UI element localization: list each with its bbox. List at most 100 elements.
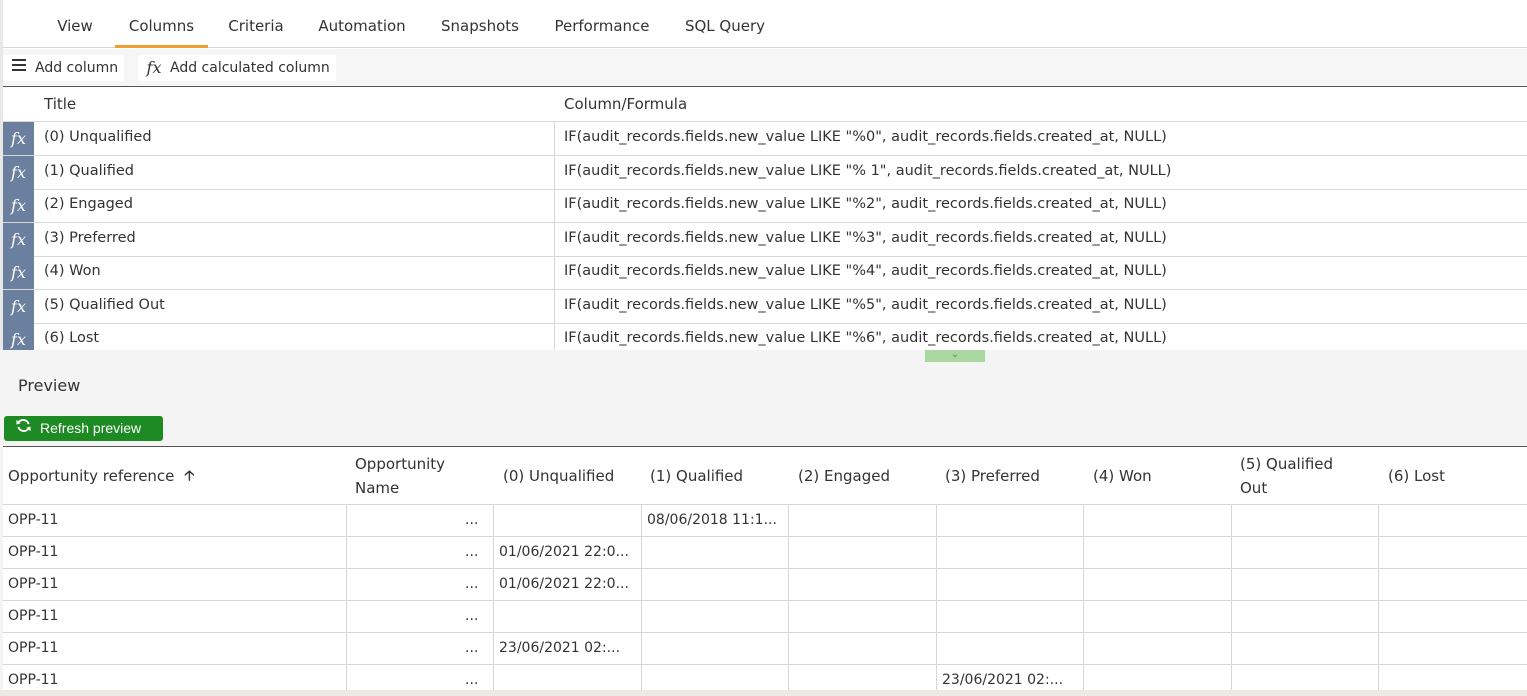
cell-lost	[1378, 633, 1527, 665]
header-opportunity-reference[interactable]: Opportunity reference 🡡	[8, 447, 348, 505]
fx-icon[interactable]: fx	[3, 290, 34, 323]
divider	[554, 189, 555, 222]
cell-opportunity-name	[346, 505, 456, 537]
cell-won	[1083, 569, 1231, 601]
column-formula: IF(audit_records.fields.new_value LIKE "…	[564, 330, 1167, 346]
column-formula: IF(audit_records.fields.new_value LIKE "…	[564, 263, 1167, 279]
cell-engaged	[788, 505, 936, 537]
refresh-preview-button[interactable]: Refresh preview	[4, 416, 163, 441]
fx-icon[interactable]: fx	[3, 256, 34, 289]
tab-sql-query[interactable]: SQL Query	[680, 0, 770, 48]
grid-header: Opportunity reference 🡡 Opportunity Name …	[3, 447, 1527, 505]
fx-icon[interactable]: fx	[3, 122, 34, 155]
header-qualified[interactable]: (1) Qualified	[650, 447, 790, 505]
header-column-formula: Column/Formula	[564, 95, 688, 113]
table-row[interactable]: OPP-11 ... 23/06/2021 02:...	[3, 633, 1527, 665]
ellipsis[interactable]: ...	[465, 537, 478, 567]
header-engaged[interactable]: (2) Engaged	[798, 447, 938, 505]
cell-engaged	[788, 601, 936, 633]
ellipsis[interactable]: ...	[465, 569, 478, 599]
cell-preferred	[936, 505, 1083, 537]
preview-grid: Opportunity reference 🡡 Opportunity Name …	[3, 446, 1527, 696]
cell-qualified-out	[1231, 537, 1378, 569]
divider	[554, 156, 555, 189]
tab-criteria[interactable]: Criteria	[223, 0, 289, 48]
column-row[interactable]: fx (1) Qualified IF(audit_records.fields…	[3, 156, 1527, 190]
table-row[interactable]: OPP-11 ... 08/06/2018 11:1...	[3, 505, 1527, 537]
cell-lost	[1378, 505, 1527, 537]
cell-opportunity-reference: OPP-11	[8, 512, 59, 528]
header-label: (0) Unqualified	[503, 467, 615, 485]
header-lost[interactable]: (6) Lost	[1388, 447, 1527, 505]
cell-qualified-out	[1231, 633, 1378, 665]
cell-qualified	[641, 537, 788, 569]
chevron-down-icon: ⌄	[950, 349, 960, 360]
ellipsis[interactable]: ...	[465, 601, 478, 631]
fx-icon: fx	[146, 58, 162, 77]
refresh-preview-label: Refresh preview	[40, 420, 142, 436]
sort-ascending-icon[interactable]: 🡡	[184, 464, 194, 488]
table-row[interactable]: OPP-11 ... 01/06/2021 22:0...	[3, 537, 1527, 569]
column-row[interactable]: fx (0) Unqualified IF(audit_records.fiel…	[3, 122, 1527, 156]
resize-handle[interactable]: ⌄	[925, 350, 985, 362]
cell-qualified	[641, 601, 788, 633]
column-row[interactable]: fx (5) Qualified Out IF(audit_records.fi…	[3, 290, 1527, 324]
bottom-strip	[0, 690, 1527, 696]
tab-automation[interactable]: Automation	[313, 0, 411, 48]
cell-qualified	[641, 569, 788, 601]
header-title: Title	[44, 95, 77, 113]
cell-preferred	[936, 633, 1083, 665]
fx-icon[interactable]: fx	[3, 323, 34, 350]
fx-icon[interactable]: fx	[3, 189, 34, 222]
fx-icon[interactable]: fx	[3, 156, 34, 189]
header-label: (3) Preferred	[945, 467, 1040, 485]
column-title: (3) Preferred	[44, 230, 136, 246]
header-qualified-out[interactable]: (5) Qualified Out	[1240, 447, 1380, 505]
column-row[interactable]: fx (4) Won IF(audit_records.fields.new_v…	[3, 256, 1527, 290]
column-row[interactable]: fx (6) Lost IF(audit_records.fields.new_…	[3, 323, 1527, 350]
header-label-line2: Name	[355, 479, 400, 497]
header-opportunity-name[interactable]: Opportunity Name	[355, 447, 495, 505]
table-row[interactable]: OPP-11 ... 01/06/2021 22:0...	[3, 569, 1527, 601]
tab-performance[interactable]: Performance	[548, 0, 656, 48]
ellipsis[interactable]: ...	[465, 633, 478, 663]
header-label: (1) Qualified	[650, 467, 744, 485]
columns-table: Title Column/Formula fx (0) Unqualified …	[3, 88, 1527, 350]
columns-table-header: Title Column/Formula	[3, 88, 1527, 122]
tab-bar: View Columns Criteria Automation Snapsho…	[3, 0, 1527, 48]
divider	[554, 290, 555, 323]
cell-lost	[1378, 601, 1527, 633]
column-row[interactable]: fx (3) Preferred IF(audit_records.fields…	[3, 223, 1527, 257]
cell-qualified-out	[1231, 601, 1378, 633]
header-label: Opportunity	[355, 455, 446, 473]
ellipsis[interactable]: ...	[465, 505, 478, 535]
column-formula: IF(audit_records.fields.new_value LIKE "…	[564, 163, 1172, 179]
table-row[interactable]: OPP-11 ...	[3, 601, 1527, 633]
add-column-button[interactable]: Add column	[3, 55, 125, 81]
header-label: Opportunity reference	[8, 467, 175, 485]
cell-won	[1083, 505, 1231, 537]
tab-view[interactable]: View	[47, 0, 103, 48]
fx-icon[interactable]: fx	[3, 223, 34, 256]
cell-opportunity-name	[346, 537, 456, 569]
cell-opportunity-reference: OPP-11	[8, 640, 59, 656]
columns-toolbar: Add column fx Add calculated column	[3, 49, 1527, 87]
tab-columns[interactable]: Columns	[115, 0, 208, 48]
header-won[interactable]: (4) Won	[1093, 447, 1233, 505]
column-formula: IF(audit_records.fields.new_value LIKE "…	[564, 297, 1167, 313]
column-formula: IF(audit_records.fields.new_value LIKE "…	[564, 196, 1167, 212]
cell-unqualified	[493, 601, 641, 633]
column-row[interactable]: fx (2) Engaged IF(audit_records.fields.n…	[3, 189, 1527, 223]
cell-lost	[1378, 537, 1527, 569]
cell-unqualified: 01/06/2021 22:0...	[499, 576, 629, 592]
refresh-icon	[10, 416, 36, 441]
cell-unqualified	[493, 505, 641, 537]
header-unqualified[interactable]: (0) Unqualified	[503, 447, 643, 505]
cell-preferred	[936, 601, 1083, 633]
header-preferred[interactable]: (3) Preferred	[945, 447, 1085, 505]
cell-opportunity-name	[346, 569, 456, 601]
tab-snapshots[interactable]: Snapshots	[435, 0, 525, 48]
cell-opportunity-name	[346, 633, 456, 665]
cell-won	[1083, 537, 1231, 569]
add-calculated-column-button[interactable]: fx Add calculated column	[138, 55, 336, 81]
